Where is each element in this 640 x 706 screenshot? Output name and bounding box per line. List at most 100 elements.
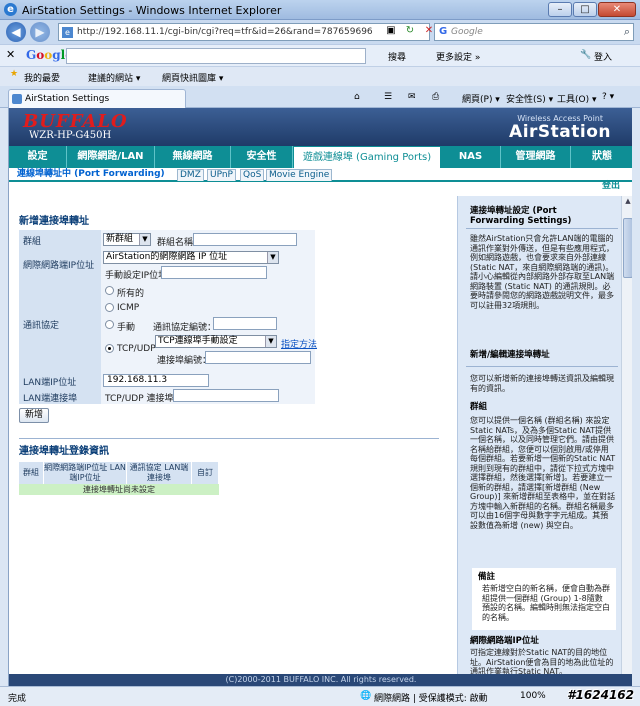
tcpudp-select[interactable]: TCP連線埠手動設定 ▼ — [155, 335, 277, 348]
lan-port-field-label: TCP/UDP 連接埠： — [105, 394, 183, 404]
subnav-dmz[interactable]: DMZ — [177, 169, 204, 181]
proto-all-radio[interactable] — [105, 286, 114, 295]
subnav-port-forwarding[interactable]: 連線埠轉址中 (Port Forwarding) — [15, 169, 167, 181]
zoom-level[interactable]: 100% — [520, 691, 546, 701]
proto-manual-label: 手動 — [117, 323, 136, 333]
scroll-up-icon[interactable]: ▲ — [623, 197, 632, 207]
address-bar: ◀ ▶ e http://192.168.11.1/cgi-bin/cgi?re… — [0, 20, 640, 44]
google-search-field[interactable] — [66, 48, 366, 64]
tab-page-icon — [12, 94, 22, 104]
favorites-bar: ★ 我的最愛 建議的網站 ▾ 網頁快訊圖庫 ▾ — [0, 66, 640, 86]
divider — [19, 438, 439, 439]
lan-ip-input[interactable]: 192.168.11.3 — [103, 374, 209, 387]
minimize-button[interactable]: – — [548, 2, 572, 17]
help-add-edit-title: 新增/編輯連接埠轉址 — [470, 350, 550, 360]
logout-link[interactable]: 登出 — [602, 178, 620, 191]
port-number-label: 連接埠編號： — [157, 356, 212, 366]
nav-wireless[interactable]: 無線網路 — [155, 146, 231, 168]
close-toolbar-icon[interactable]: ✕ — [6, 48, 15, 61]
wan-ip-select[interactable]: AirStation的網際網路 IP 位址 ▼ — [103, 251, 279, 264]
subnav-movie-engine[interactable]: Movie Engine — [266, 169, 333, 181]
nav-setup[interactable]: 設定 — [9, 146, 67, 168]
manual-ip-input[interactable] — [161, 266, 267, 279]
nav-gaming-ports[interactable]: 遊戲連線埠 (Gaming Ports) — [293, 146, 441, 168]
specify-method-link[interactable]: 指定方法 — [281, 337, 317, 350]
group-label: 群組 — [19, 230, 101, 248]
favorites-button[interactable]: 我的最愛 — [24, 71, 60, 84]
col-group: 群組 — [19, 462, 43, 484]
tab-airstation[interactable]: AirStation Settings — [8, 89, 186, 108]
nav-admin[interactable]: 管理網路 — [501, 146, 571, 168]
ie-logo-icon: e — [4, 3, 17, 16]
suggested-sites-link[interactable]: 建議的網站 ▾ — [88, 71, 140, 84]
nav-internet-lan[interactable]: 網際網路/LAN — [67, 146, 155, 168]
status-bar: 完成 🌐 網際網路 | 受保護模式: 啟動 100% — [0, 686, 640, 706]
login-link[interactable]: 登入 — [594, 50, 612, 63]
group-name-label: 群組名稱 — [157, 238, 194, 248]
close-button[interactable]: ✕ — [598, 2, 636, 17]
back-icon[interactable]: ◀ — [6, 22, 26, 42]
feeds-icon[interactable]: ☰ — [384, 92, 392, 102]
model-name: WZR-HP-G450H — [29, 130, 112, 141]
chevron-down-icon: ▼ — [265, 336, 276, 347]
subnav-upnp[interactable]: UPnP — [207, 169, 236, 181]
home-icon[interactable]: ⌂ — [354, 92, 360, 102]
proto-icmp-radio[interactable] — [105, 303, 114, 312]
refresh-icon[interactable]: ↻ — [403, 24, 417, 38]
page-menu[interactable]: 網頁(P) ▾ — [462, 92, 500, 105]
proto-tcpudp-radio[interactable] — [105, 344, 114, 353]
add-button[interactable]: 新增 — [19, 408, 49, 423]
chevron-down-icon: ▼ — [267, 252, 278, 263]
help-scrollbar[interactable]: ▲ ▼ — [621, 196, 632, 686]
safety-menu[interactable]: 安全性(S) ▾ — [506, 92, 553, 105]
add-forwarding-title: 新增連接埠轉址 — [19, 216, 89, 227]
proto-tcpudp-label: TCP/UDP — [117, 344, 156, 354]
favorites-star-icon[interactable]: ★ — [10, 69, 18, 79]
globe-icon: 🌐 — [360, 691, 372, 701]
forward-icon[interactable]: ▶ — [30, 22, 50, 42]
google-search-button[interactable]: 搜尋 — [388, 50, 406, 63]
compat-icon[interactable]: ▣ — [384, 24, 398, 38]
group-select[interactable]: 新群組 ▼ — [103, 233, 151, 246]
proto-number-input[interactable] — [213, 317, 277, 330]
nav-security[interactable]: 安全性 — [231, 146, 293, 168]
url-field[interactable]: e http://192.168.11.1/cgi-bin/cgi?req=tf… — [58, 23, 430, 41]
subnav-qos[interactable]: QoS — [240, 169, 265, 181]
proto-manual-radio[interactable] — [105, 320, 114, 329]
proto-icmp-label: ICMP — [117, 303, 140, 313]
lan-port-label: LAN端連接埠 — [19, 388, 101, 404]
nav-status[interactable]: 狀態 — [571, 146, 632, 168]
help-wan-text: 可指定連線對於Static NAT的目的地位址。AirStation便會為目的地… — [470, 648, 614, 676]
proto-number-label: 通訊協定編號： — [153, 323, 217, 333]
group-name-input[interactable] — [193, 233, 297, 246]
scroll-thumb[interactable] — [623, 218, 632, 278]
web-slice-gallery-link[interactable]: 網頁快訊圖庫 ▾ — [162, 71, 223, 84]
chevron-down-icon: ▼ — [139, 234, 150, 245]
title-bar: e AirStation Settings - Windows Internet… — [0, 0, 640, 20]
help-add-edit-text: 您可以新增新的連接埠轉送資訊及編輯現有的資訊。 — [470, 374, 614, 393]
lan-ip-label: LAN端IP位址 — [19, 372, 101, 388]
main-nav: 設定 網際網路/LAN 無線網路 安全性 遊戲連線埠 (Gaming Ports… — [9, 146, 632, 168]
lan-port-input[interactable] — [173, 389, 279, 402]
wrench-icon[interactable]: 🔧 — [580, 50, 591, 60]
more-settings-link[interactable]: 更多設定 » — [436, 50, 480, 63]
port-number-input[interactable] — [205, 351, 311, 364]
print-icon[interactable]: ⎙ — [432, 92, 439, 102]
search-input[interactable]: G Google ⌕ — [434, 23, 634, 41]
help-note-box: 備註 若新增空白的新名稱，便會自動為群組提供一個群組 (Group) 1-8隨數… — [472, 568, 616, 630]
maximize-button[interactable]: □ — [573, 2, 597, 17]
help-menu[interactable]: ? ▾ — [602, 92, 614, 102]
tools-menu[interactable]: 工具(O) ▾ — [557, 92, 597, 105]
nav-nas[interactable]: NAS — [441, 146, 501, 168]
footer-copyright: (C)2000-2011 BUFFALO INC. All rights res… — [9, 674, 632, 686]
help-group-text: 您可以提供一個名稱 (群組名稱) 來設定Static NATs，及為多個Stat… — [470, 416, 616, 530]
help-note-title: 備註 — [478, 572, 496, 582]
window-title: AirStation Settings - Windows Internet E… — [22, 4, 282, 17]
status-text: 完成 — [8, 694, 27, 704]
help-title: 連接埠轉址設定 (Port Forwarding Settings) — [470, 206, 572, 226]
forwarding-list-title: 連接埠轉址登錄資訊 — [19, 446, 109, 457]
help-panel: 連接埠轉址設定 (Port Forwarding Settings) 雖然Air… — [457, 196, 621, 686]
col-protocol: 通訊協定 LAN端連接埠 — [127, 462, 191, 484]
search-icon[interactable]: ⌕ — [624, 25, 630, 39]
mail-icon[interactable]: ✉ — [408, 92, 416, 102]
